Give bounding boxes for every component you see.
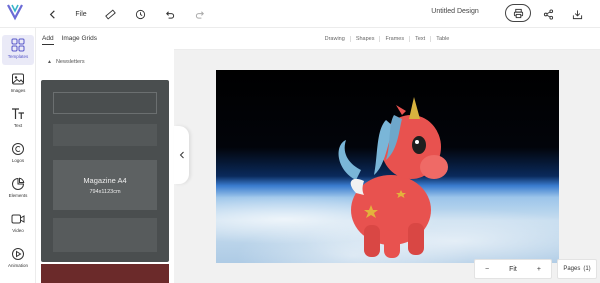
template-preview-header: [53, 92, 157, 114]
rail-label: Text: [13, 123, 23, 128]
template-preview-line: [53, 124, 157, 146]
rail-item-text[interactable]: Text: [2, 104, 34, 134]
templates-panel: Add Image Grids ▲ Newsletters Magazine A…: [36, 28, 174, 283]
templates-icon: [11, 38, 25, 52]
template-card[interactable]: Magazine A4 794x1123cm: [53, 160, 157, 210]
rail-label: Video: [12, 228, 24, 233]
rail-item-images[interactable]: Images: [2, 69, 34, 99]
rail-item-templates[interactable]: Templates: [2, 35, 34, 65]
design-canvas[interactable]: [216, 70, 559, 263]
unicorn-plush-image[interactable]: [316, 85, 466, 260]
video-icon: [11, 214, 25, 224]
toolbar-shapes[interactable]: Shapes: [351, 35, 381, 42]
template-preview-footer: [53, 218, 157, 252]
pages-button[interactable]: Pages (1): [557, 259, 597, 279]
rail-label: Logos: [11, 158, 25, 163]
print-button[interactable]: [505, 4, 531, 22]
top-toolbar: File Untitled Design: [0, 0, 600, 28]
zoom-in-button[interactable]: +: [537, 266, 541, 273]
canvas-area: Drawing Shapes Frames Text Table: [174, 28, 600, 283]
rail-label: Animation: [7, 263, 28, 268]
rail-label: Elements: [8, 193, 28, 198]
document-title[interactable]: Untitled Design: [425, 8, 485, 15]
app-logo-icon[interactable]: [7, 4, 23, 22]
template-size: 794x1123cm: [89, 188, 121, 195]
section-header[interactable]: ▲ Newsletters: [47, 59, 85, 65]
printer-icon: [513, 8, 523, 18]
chevron-left-icon: [179, 151, 184, 159]
zoom-out-button[interactable]: −: [485, 266, 489, 273]
template-card-next[interactable]: [41, 264, 169, 283]
zoom-fit-button[interactable]: Fit: [509, 266, 517, 273]
play-icon: [12, 248, 24, 260]
toolbar-text[interactable]: Text: [410, 35, 432, 42]
download-icon[interactable]: [570, 5, 584, 23]
app-root: File Untitled Design Templates Images Te…: [0, 0, 600, 283]
text-icon: [12, 108, 24, 119]
toolbar-frames[interactable]: Frames: [380, 35, 411, 42]
share-icon[interactable]: [541, 5, 555, 23]
left-rail: Templates Images Text Logos Elements Vid…: [0, 28, 36, 283]
toolbar-drawing[interactable]: Drawing: [320, 35, 351, 42]
tab-image-grids[interactable]: Image Grids: [62, 35, 97, 45]
zoom-controls: − Fit +: [474, 259, 552, 279]
section-title: Newsletters: [55, 59, 85, 65]
rail-item-video[interactable]: Video: [2, 209, 34, 239]
ruler-icon[interactable]: [103, 5, 117, 23]
template-title: Magazine A4: [83, 175, 127, 185]
collapse-panel-button[interactable]: [174, 126, 189, 184]
tab-add[interactable]: Add: [42, 35, 54, 45]
pie-icon: [12, 177, 25, 190]
rail-item-elements[interactable]: Elements: [2, 174, 34, 204]
rail-item-animation[interactable]: Animation: [2, 244, 34, 274]
history-icon[interactable]: [133, 5, 147, 23]
pages-label: Pages: [563, 266, 581, 272]
insert-toolbar: Drawing Shapes Frames Text Table: [174, 28, 600, 50]
file-menu-button[interactable]: File: [72, 5, 90, 23]
undo-icon[interactable]: [162, 5, 176, 23]
rail-label: Images: [10, 88, 26, 93]
back-icon[interactable]: [45, 5, 59, 23]
toolbar-table[interactable]: Table: [431, 36, 454, 42]
template-list: Magazine A4 794x1123cm: [41, 80, 169, 262]
chevron-up-icon: ▲: [47, 59, 52, 65]
copyright-icon: [12, 143, 24, 155]
rail-label: Templates: [7, 54, 29, 59]
images-icon: [12, 73, 24, 85]
panel-tabs: Add Image Grids: [42, 35, 97, 45]
pages-count: (1): [583, 266, 591, 272]
rail-item-logos[interactable]: Logos: [2, 139, 34, 169]
redo-icon[interactable]: [193, 5, 207, 23]
